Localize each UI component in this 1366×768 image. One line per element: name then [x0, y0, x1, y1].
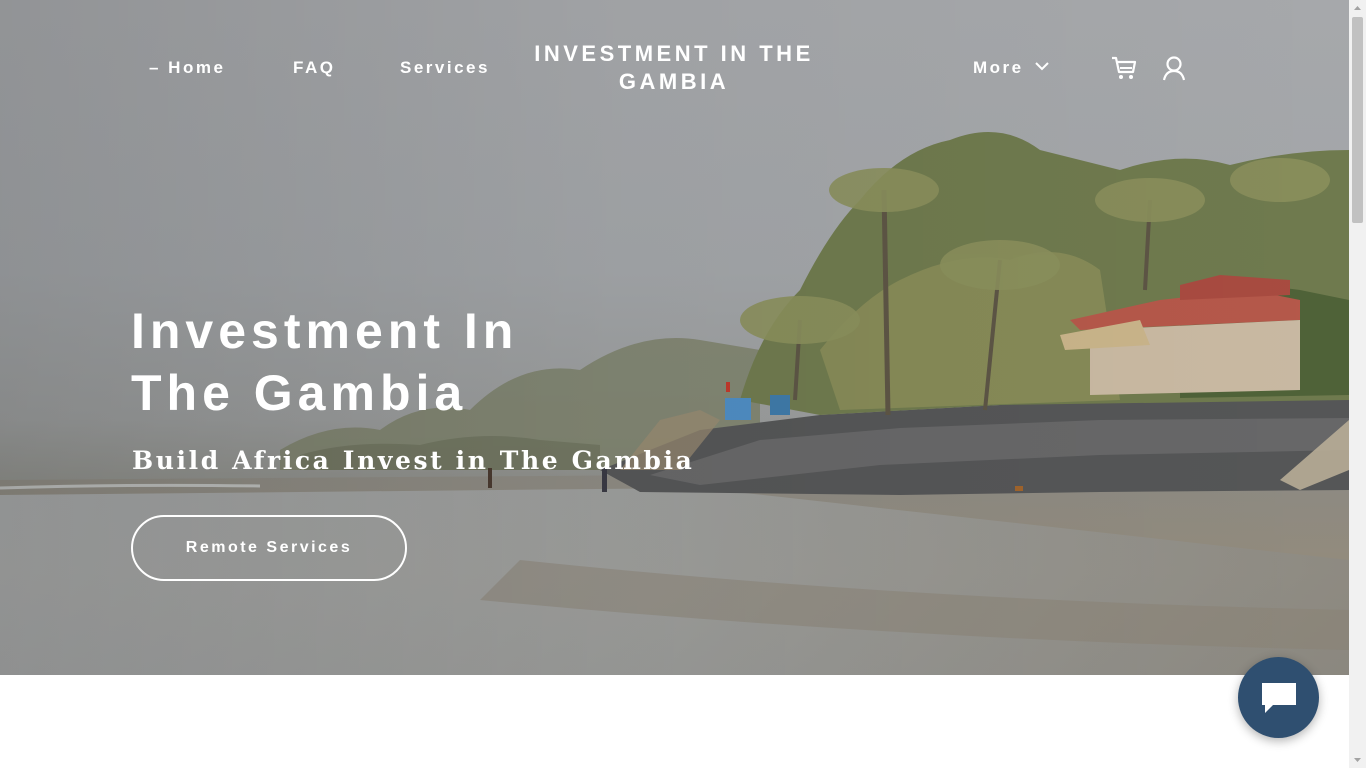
cart-button[interactable]	[1111, 55, 1137, 81]
chevron-down-icon	[1035, 62, 1049, 71]
chat-icon	[1261, 682, 1296, 713]
cart-icon	[1112, 56, 1137, 79]
account-button[interactable]	[1161, 55, 1187, 81]
hero-section: – Home FAQ Services INVESTMENT IN THE GA…	[0, 0, 1349, 675]
chat-button[interactable]	[1238, 657, 1319, 738]
account-icon	[1162, 56, 1186, 81]
hero-title: Investment In The Gambia	[131, 303, 519, 421]
scroll-down-arrow-icon[interactable]	[1349, 751, 1366, 768]
nav-services-link[interactable]: Services	[400, 58, 490, 78]
site-title[interactable]: INVESTMENT IN THE GAMBIA	[520, 40, 828, 96]
remote-services-button[interactable]: Remote Services	[131, 515, 407, 581]
nav-faq-link[interactable]: FAQ	[293, 58, 335, 78]
nav-home-link[interactable]: – Home	[149, 58, 225, 78]
nav-more-label: More	[973, 58, 1024, 77]
hero-tagline: Build Africa Invest in The Gambia	[132, 446, 695, 475]
scroll-up-arrow-icon[interactable]	[1349, 0, 1366, 17]
nav-more-menu[interactable]: More	[973, 58, 1049, 78]
scrollbar-thumb[interactable]	[1352, 17, 1363, 223]
page-scrollbar[interactable]	[1349, 0, 1366, 768]
